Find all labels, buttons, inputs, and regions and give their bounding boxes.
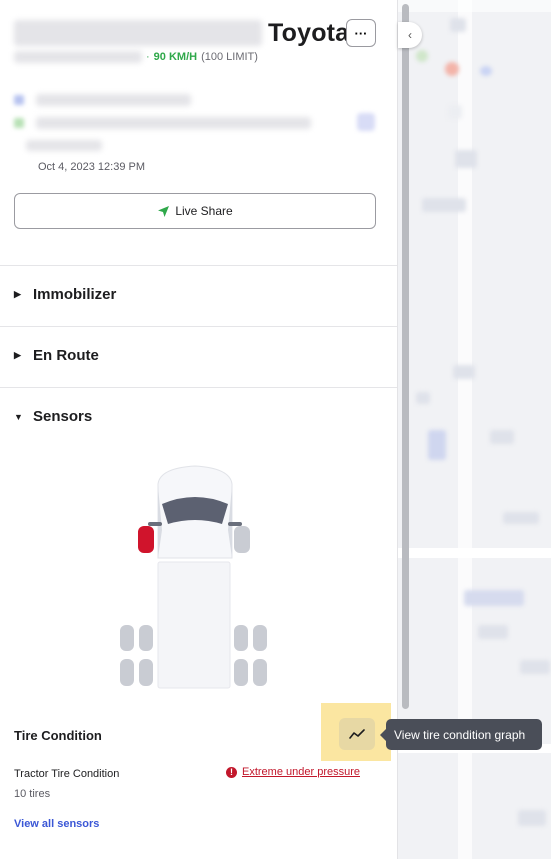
caret-right-icon: ▶ [14,289,21,299]
last-update-timestamp: Oct 4, 2023 12:39 PM [38,161,146,173]
tire-drive1-right-outer [253,625,267,651]
scrollbar[interactable] [402,4,409,709]
extreme-under-pressure-link[interactable]: Extreme under pressure [242,766,360,778]
speed-separator: · [146,51,150,63]
tire-condition-title: Tire Condition [14,728,102,743]
view-all-sensors-link[interactable]: View all sensors [14,818,99,830]
chevron-left-icon: ‹ [408,28,412,42]
graph-tooltip: View tire condition graph [380,719,542,750]
address-line-2 [26,140,102,151]
location-text-redacted [36,94,191,106]
tire-drive1-left-outer [120,625,134,651]
vehicle-title-row: Toyota ··· [14,16,376,50]
vehicle-subtitle-redacted [14,51,142,63]
tooltip-arrow [380,729,386,741]
more-options-button[interactable]: ··· [346,19,376,47]
exclamation-circle-icon: ! [226,766,237,778]
address-line [14,117,311,129]
divider [0,326,397,327]
tire-drive2-left-outer [120,659,134,686]
tire-count: 10 tires [14,788,51,800]
vehicle-name-redacted [14,20,262,46]
live-share-button[interactable]: Live Share [14,193,376,229]
vehicle-make: Toyota [268,18,350,47]
vehicle-detail-panel: Toyota ··· · 90 KM/H (100 LIMIT) Oct 4, … [0,0,398,859]
section-immobilizer[interactable]: ▶ Immobilizer [14,286,116,303]
caret-right-icon: ▶ [14,350,21,360]
pressure-alert: ! Extreme under pressure [226,766,360,778]
divider [0,387,397,388]
tractor-tire-condition-label: Tractor Tire Condition [14,768,120,780]
tire-drive2-left-inner [139,659,153,686]
section-label: Sensors [33,408,93,425]
tire-drive2-right-inner [234,659,248,686]
section-en-route[interactable]: ▶ En Route [14,347,99,364]
location-line [14,94,191,106]
section-label: Immobilizer [33,286,117,303]
mirror-right [228,522,242,526]
trailer-body [157,561,231,689]
windshield [162,497,228,524]
speed-limit: (100 LIMIT) [201,51,258,63]
address-text-redacted [36,117,311,129]
mirror-left [148,522,162,526]
speed-value: 90 KM/H [153,51,198,63]
navigation-arrow-icon [158,205,170,217]
directions-icon[interactable] [357,113,375,131]
caret-down-icon: ▼ [14,411,23,422]
section-sensors[interactable]: ▼ Sensors [14,408,92,425]
tooltip-text: View tire condition graph [394,727,526,742]
truck-tire-diagram [120,465,267,689]
address-icon [14,118,24,128]
location-pin-icon [14,95,24,105]
ellipsis-icon: ··· [354,25,368,41]
address-text-redacted [26,140,102,151]
trend-line-icon [349,729,365,739]
tire-drive1-right-inner [234,625,248,651]
live-share-label: Live Share [175,204,233,218]
divider [0,265,397,266]
tire-drive2-right-outer [253,659,267,686]
tire-drive1-left-inner [139,625,153,651]
tire-condition-graph-button[interactable] [339,718,375,750]
tire-steer-right [234,526,250,553]
tire-steer-left [138,526,154,553]
section-label: En Route [33,347,99,364]
speed-row: · 90 KM/H (100 LIMIT) [14,51,258,63]
